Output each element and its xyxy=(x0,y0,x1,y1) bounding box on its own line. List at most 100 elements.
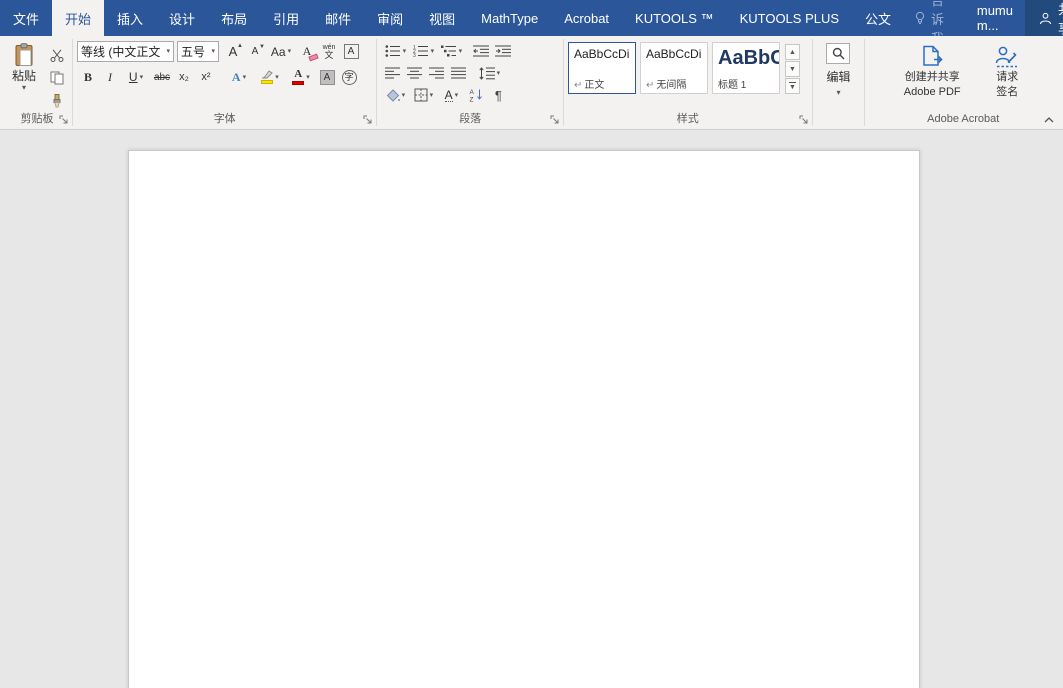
text-highlight-color-button[interactable]: ▾ xyxy=(255,67,285,87)
change-case-button[interactable]: Aa ▾ xyxy=(267,42,295,62)
align-right-button[interactable] xyxy=(426,63,446,83)
styles-scroll-up[interactable]: ▲ xyxy=(785,44,800,60)
underline-button[interactable]: U ▾ xyxy=(122,67,150,87)
find-button[interactable] xyxy=(826,43,851,64)
chevron-down-icon: ▾ xyxy=(287,48,292,55)
clear-formatting-button[interactable]: A xyxy=(297,42,319,62)
subscript-button[interactable]: x₂ xyxy=(174,67,194,87)
signature-icon xyxy=(994,44,1020,70)
text-effects-button[interactable]: A ▾ xyxy=(225,67,253,87)
tab-kutools[interactable]: KUTOOLS ™ xyxy=(622,0,727,36)
clipboard-group: 粘贴 ▾ 剪贴板 xyxy=(2,36,72,129)
share-button[interactable]: 共享 xyxy=(1025,0,1063,36)
tab-gongwen[interactable]: 公文 xyxy=(852,0,904,36)
styles-gallery-rail: ▲ ▼ ▼ xyxy=(785,42,800,112)
tab-design[interactable]: 设计 xyxy=(156,0,208,36)
tab-home[interactable]: 开始 xyxy=(52,0,105,36)
chevron-down-icon: ▾ xyxy=(496,69,501,77)
chevron-down-icon: ▾ xyxy=(242,73,247,81)
paragraph-dialog-launcher[interactable] xyxy=(549,114,561,126)
strikethrough-button[interactable]: abc xyxy=(152,67,172,87)
chevron-down-icon: ▾ xyxy=(139,73,144,81)
request-line1: 请求 xyxy=(996,71,1019,83)
grow-font-button[interactable]: A ▲ xyxy=(223,42,243,62)
asian-layout-button[interactable]: A ▾ xyxy=(438,85,464,105)
tab-references[interactable]: 引用 xyxy=(260,0,312,36)
phonetic-guide-button[interactable]: wén 文 xyxy=(319,42,339,62)
pdf-share-icon xyxy=(919,44,945,70)
align-left-button[interactable] xyxy=(382,63,402,83)
up-triangle-icon: ▲ xyxy=(237,42,243,49)
style-heading-1[interactable]: AaBbC 标题 1 xyxy=(712,42,780,94)
tab-mathtype[interactable]: MathType xyxy=(468,0,551,36)
font-color-button[interactable]: A ▾ xyxy=(287,67,315,87)
chevron-down-icon: ▾ xyxy=(402,47,407,55)
chevron-down-icon: ▾ xyxy=(21,83,26,92)
style-preview: AaBbC xyxy=(718,47,780,69)
tab-file[interactable]: 文件 xyxy=(0,0,52,36)
highlight-color-bar xyxy=(261,80,274,84)
collapse-ribbon-button[interactable] xyxy=(1042,114,1056,126)
line-spacing-button[interactable]: ▾ xyxy=(475,63,503,83)
justify-button[interactable] xyxy=(448,63,468,83)
share-label: 共享 xyxy=(1058,0,1063,37)
chevron-down-icon: ▾ xyxy=(454,91,459,99)
increase-indent-button[interactable] xyxy=(493,41,513,61)
tab-layout[interactable]: 布局 xyxy=(208,0,260,36)
tab-view[interactable]: 视图 xyxy=(416,0,468,36)
style-name: ↵ 无间隔 xyxy=(646,76,704,91)
decrease-indent-button[interactable] xyxy=(471,41,491,61)
style-no-spacing[interactable]: AaBbCcDi ↵ 无间隔 xyxy=(640,42,708,94)
style-name-text: 无间隔 xyxy=(656,80,687,91)
bullets-button[interactable]: ▾ xyxy=(382,41,408,61)
shrink-font-button[interactable]: A ▼ xyxy=(245,42,265,62)
multilevel-list-button[interactable]: ▾ xyxy=(438,41,464,61)
style-normal[interactable]: AaBbCcDi ↵ 正文 xyxy=(568,42,636,94)
paragraph-group: ▾ 123 ▾ ▾ ▾ ▾ ▾ A ▾ A Z ¶ 段落 xyxy=(377,36,563,129)
paste-label: 粘贴 xyxy=(11,69,36,83)
character-shading-button[interactable]: A xyxy=(317,67,337,87)
ribbon-tab-bar: 文件 开始 插入 设计 布局 引用 邮件 审阅 视图 MathType Acro… xyxy=(0,0,1063,46)
borders-button[interactable]: ▾ xyxy=(410,85,436,105)
account-name[interactable]: mumu m... xyxy=(965,0,1025,36)
tab-mailings[interactable]: 邮件 xyxy=(312,0,364,36)
character-border-button[interactable]: A xyxy=(341,42,361,62)
numbering-button[interactable]: 123 ▾ xyxy=(410,41,436,61)
shading-button[interactable]: ▾ xyxy=(382,85,408,105)
clipboard-dialog-launcher[interactable] xyxy=(58,114,70,126)
tab-acrobat[interactable]: Acrobat xyxy=(551,0,622,36)
chevron-down-icon[interactable]: ▾ xyxy=(836,89,840,97)
styles-group-label: 样式 xyxy=(676,113,699,125)
styles-scroll-down[interactable]: ▼ xyxy=(785,61,800,77)
italic-button[interactable]: I xyxy=(100,67,120,87)
styles-dialog-launcher[interactable] xyxy=(798,114,810,126)
paste-clipboard-icon xyxy=(14,43,34,67)
create-share-pdf-button[interactable]: 创建并共享 Adobe PDF xyxy=(893,39,971,112)
styles-more-button[interactable]: ▼ xyxy=(785,78,800,94)
align-center-button[interactable] xyxy=(404,63,424,83)
bold-button[interactable]: B xyxy=(78,67,98,87)
chevron-down-icon: ▾ xyxy=(429,91,434,99)
copy-button[interactable] xyxy=(47,68,67,88)
document-page[interactable] xyxy=(128,150,920,688)
format-painter-button[interactable] xyxy=(47,91,67,111)
font-name-select[interactable]: 等线 (中文正文 ▾ xyxy=(77,41,174,62)
font-size-value: 五号 xyxy=(181,45,206,59)
person-icon xyxy=(1039,12,1052,25)
tab-insert[interactable]: 插入 xyxy=(104,0,156,36)
font-size-select[interactable]: 五号 ▾ xyxy=(177,41,219,62)
tell-me[interactable]: 告诉我... xyxy=(904,0,965,46)
request-signatures-button[interactable]: 请求 签名 xyxy=(981,39,1033,112)
font-dialog-launcher[interactable] xyxy=(362,114,374,126)
show-hide-marks-button[interactable]: ¶ xyxy=(488,85,508,105)
paste-button[interactable]: 粘贴 ▾ xyxy=(6,39,42,112)
chevron-down-icon: ▾ xyxy=(430,47,435,55)
tab-review[interactable]: 审阅 xyxy=(364,0,416,36)
cut-button[interactable] xyxy=(47,45,67,65)
sort-button[interactable]: AZ xyxy=(466,85,486,105)
down-triangle-icon: ▼ xyxy=(259,43,265,50)
superscript-button[interactable]: x² xyxy=(196,67,216,87)
enclose-characters-button[interactable]: 字 xyxy=(339,67,359,87)
editing-label[interactable]: 编辑 xyxy=(826,68,850,85)
tab-kutools-plus[interactable]: KUTOOLS PLUS xyxy=(727,0,852,36)
